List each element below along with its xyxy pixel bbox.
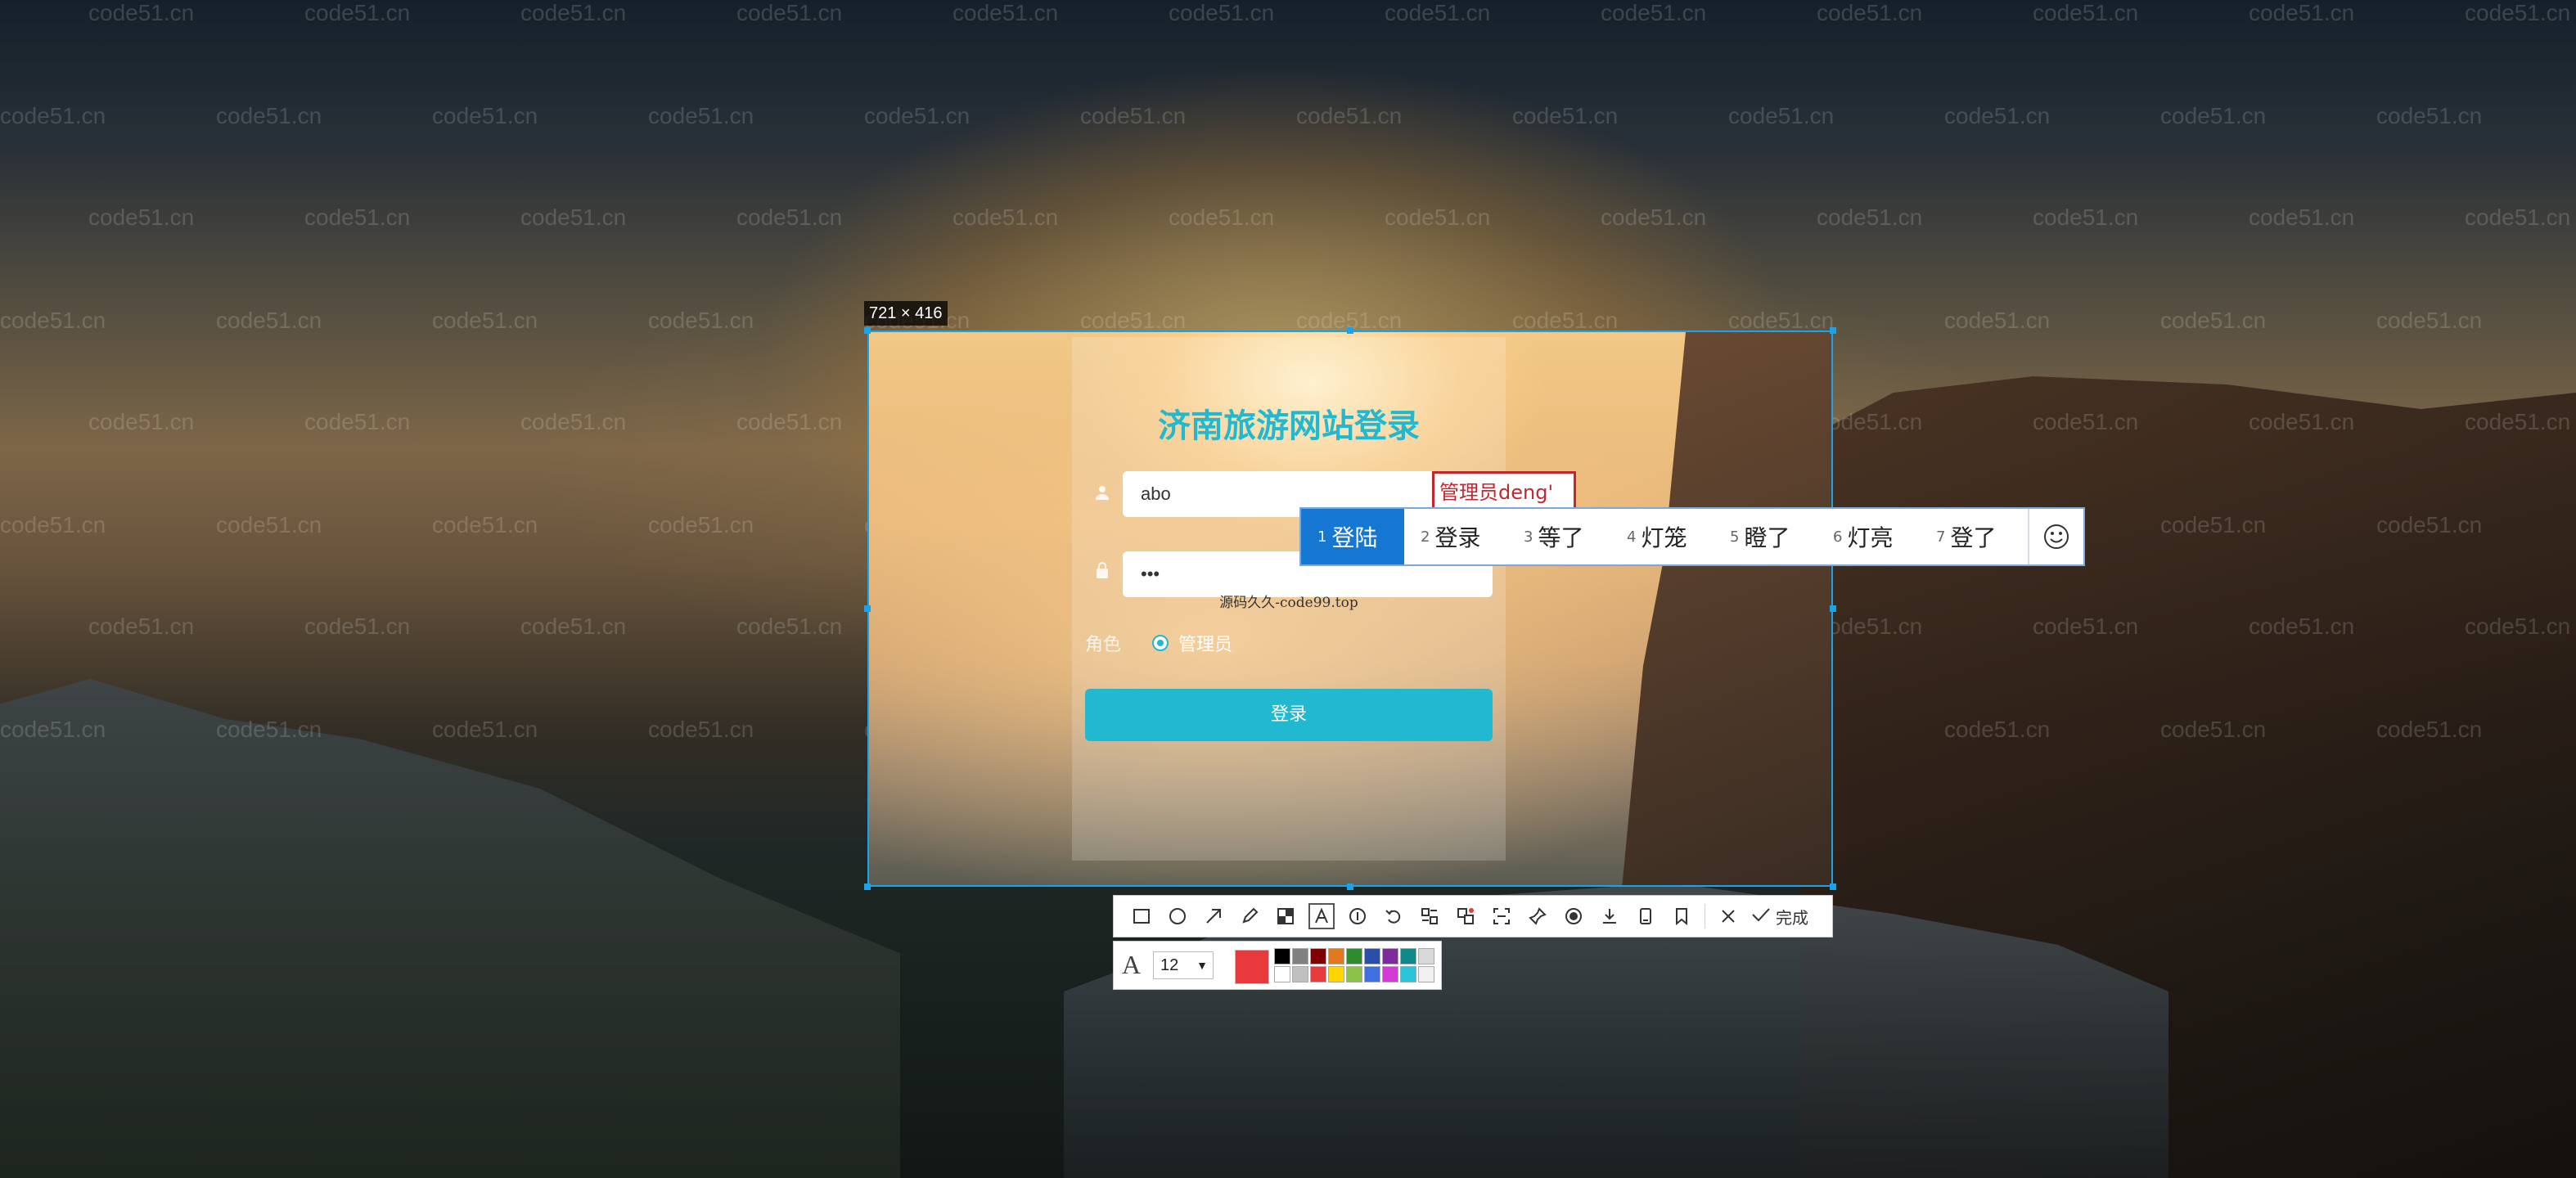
record-icon[interactable] <box>1556 898 1592 934</box>
source-hint-text: 源码久久-code99.top <box>1219 595 1358 611</box>
ellipse-icon[interactable] <box>1160 898 1196 934</box>
role-radio-admin[interactable] <box>1152 635 1169 651</box>
ime-candidate-text: 瞪了 <box>1744 524 1790 551</box>
color-swatch[interactable] <box>1400 948 1416 964</box>
ime-candidate-1[interactable]: 1 登陆 <box>1301 509 1404 564</box>
pen-icon[interactable] <box>1232 898 1268 934</box>
color-swatch[interactable] <box>1364 966 1380 982</box>
ime-candidate-7[interactable]: 7 登了 <box>1920 509 2023 564</box>
serial-number-icon[interactable] <box>1340 898 1376 934</box>
ime-candidate-text: 灯笼 <box>1641 524 1687 551</box>
pin-icon[interactable] <box>1520 898 1556 934</box>
user-icon <box>1095 484 1110 505</box>
role-label: 角色 <box>1085 635 1122 655</box>
resize-handle-tm[interactable] <box>1347 327 1353 334</box>
resize-handle-tr[interactable] <box>1830 327 1836 334</box>
color-swatch[interactable] <box>1310 966 1326 982</box>
color-swatch[interactable] <box>1310 948 1326 964</box>
login-button[interactable]: 登录 <box>1085 689 1493 741</box>
color-swatch[interactable] <box>1418 948 1434 964</box>
resize-handle-tl[interactable] <box>864 327 871 334</box>
font-size-value: 12 <box>1160 956 1179 974</box>
ime-candidate-6[interactable]: 6 灯亮 <box>1817 509 1920 564</box>
ime-candidate-number: 5 <box>1730 528 1740 546</box>
screenshot-selection[interactable]: 济南旅游网站登录 abo 管理员deng' ••• 源码久久-code99.to… <box>867 330 1833 887</box>
finish-button[interactable]: 完成 <box>1746 905 1808 928</box>
current-color-swatch[interactable] <box>1235 950 1269 984</box>
mosaic-icon[interactable] <box>1268 898 1304 934</box>
login-panel: 济南旅游网站登录 abo 管理员deng' ••• 源码久久-code99.to… <box>1072 337 1576 861</box>
resize-handle-ml[interactable] <box>864 605 871 612</box>
check-icon <box>1751 906 1771 928</box>
resize-handle-mr[interactable] <box>1830 605 1836 612</box>
username-value: abo <box>1141 483 1171 504</box>
color-swatch[interactable] <box>1400 966 1416 982</box>
translate-icon[interactable] <box>1448 898 1484 934</box>
password-value: ••• <box>1141 564 1160 584</box>
font-icon: A <box>1122 950 1142 979</box>
role-value: 管理员 <box>1178 635 1233 655</box>
color-swatch[interactable] <box>1328 948 1344 964</box>
finish-label: 完成 <box>1776 907 1808 928</box>
color-swatch[interactable] <box>1346 948 1362 964</box>
ime-candidate-number: 1 <box>1317 528 1327 546</box>
color-palette <box>1274 948 1434 982</box>
text-options-bar: A 12 ▼ <box>1113 941 1442 990</box>
lock-icon <box>1095 561 1110 583</box>
ime-candidate-2[interactable]: 2 登录 <box>1404 509 1507 564</box>
ime-candidate-text: 登录 <box>1434 524 1481 551</box>
smiley-icon[interactable] <box>2028 509 2083 564</box>
close-icon[interactable] <box>1710 898 1746 934</box>
ime-candidate-number: 3 <box>1524 528 1533 546</box>
color-swatch[interactable] <box>1346 966 1362 982</box>
color-swatch[interactable] <box>1328 966 1344 982</box>
color-swatch[interactable] <box>1292 966 1308 982</box>
color-swatch[interactable] <box>1274 966 1290 982</box>
color-swatch[interactable] <box>1418 966 1434 982</box>
resize-handle-bl[interactable] <box>864 884 871 890</box>
ime-candidate-bar: 1 登陆 2 登录 3 等了 4 灯笼 5 瞪了 6 灯亮 7 登了 <box>1299 507 2085 566</box>
bookmark-icon[interactable] <box>1664 898 1700 934</box>
ime-candidate-3[interactable]: 3 等了 <box>1507 509 1610 564</box>
ime-candidate-number: 6 <box>1833 528 1843 546</box>
rectangle-icon[interactable] <box>1124 898 1160 934</box>
ime-candidate-text: 灯亮 <box>1847 524 1894 551</box>
long-screenshot-icon[interactable] <box>1628 898 1664 934</box>
ocr-icon[interactable] <box>1412 898 1448 934</box>
color-swatch[interactable] <box>1382 948 1398 964</box>
chevron-down-icon: ▼ <box>1196 959 1208 972</box>
color-swatch[interactable] <box>1292 948 1308 964</box>
ime-candidate-number: 4 <box>1627 528 1637 546</box>
scan-icon[interactable] <box>1484 898 1520 934</box>
resize-handle-bm[interactable] <box>1347 884 1353 890</box>
login-title: 济南旅游网站登录 <box>1158 407 1420 445</box>
undo-icon[interactable] <box>1376 898 1412 934</box>
ime-candidate-4[interactable]: 4 灯笼 <box>1610 509 1714 564</box>
color-swatch[interactable] <box>1364 948 1380 964</box>
ime-candidate-text: 登了 <box>1950 524 1997 551</box>
arrow-icon[interactable] <box>1196 898 1232 934</box>
font-size-select[interactable]: 12 ▼ <box>1153 951 1214 979</box>
selection-size-label: 721 × 416 <box>864 301 948 326</box>
ime-candidate-number: 7 <box>1936 528 1946 546</box>
resize-handle-br[interactable] <box>1830 884 1836 890</box>
ime-candidate-number: 2 <box>1421 528 1430 546</box>
ime-candidate-text: 登陆 <box>1331 524 1378 551</box>
color-swatch[interactable] <box>1382 966 1398 982</box>
download-icon[interactable] <box>1592 898 1628 934</box>
annotation-toolbar: 完成 <box>1113 895 1833 937</box>
ime-candidate-5[interactable]: 5 瞪了 <box>1714 509 1817 564</box>
ime-candidate-text: 等了 <box>1538 524 1584 551</box>
color-swatch[interactable] <box>1274 948 1290 964</box>
text-icon[interactable] <box>1304 898 1340 934</box>
